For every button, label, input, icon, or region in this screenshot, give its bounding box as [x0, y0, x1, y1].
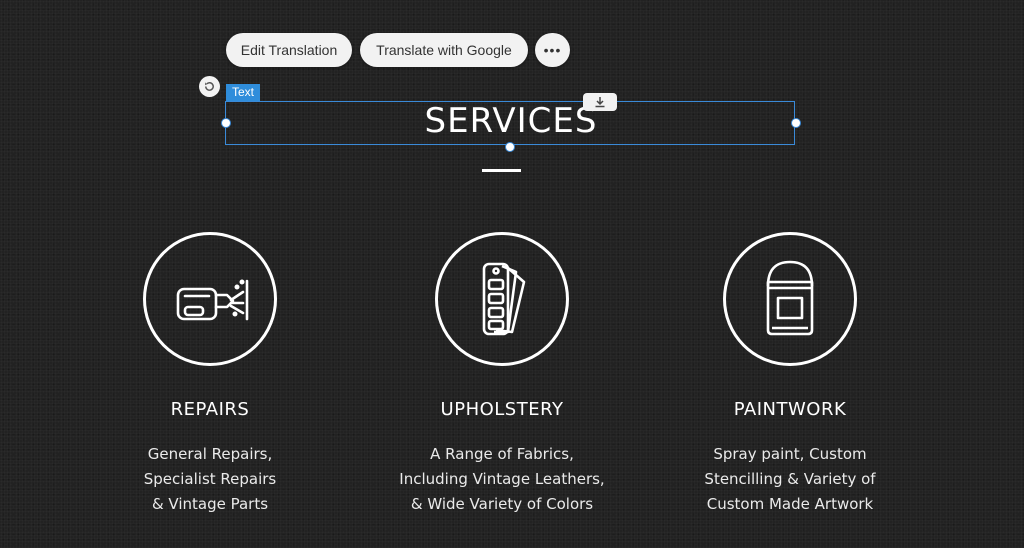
- repair-tool-icon: [176, 279, 249, 321]
- upholstery-icon-circle: [435, 232, 569, 366]
- translate-with-google-button[interactable]: Translate with Google: [360, 33, 528, 67]
- service-title: PAINTWORK: [733, 399, 847, 420]
- undo-button[interactable]: [199, 76, 220, 97]
- title-divider: [482, 169, 521, 172]
- paintwork-icon-circle: [723, 232, 857, 366]
- description-line: & Wide Variety of Colors: [410, 495, 594, 513]
- undo-icon: [205, 82, 214, 91]
- resize-handle-left[interactable]: [221, 118, 231, 128]
- resize-handle-right[interactable]: [791, 118, 801, 128]
- more-options-button[interactable]: •••: [535, 33, 570, 67]
- element-type-tag: Text: [226, 84, 261, 101]
- description-line: General Repairs,: [147, 445, 273, 463]
- service-title: REPAIRS: [170, 399, 250, 420]
- paint-bucket-icon: [766, 260, 814, 336]
- description-line: Including Vintage Leathers,: [399, 470, 605, 488]
- description-line: & Vintage Parts: [151, 495, 269, 513]
- service-description: General Repairs, Specialist Repairs & Vi…: [80, 442, 340, 517]
- description-line: Stencilling & Variety of: [704, 470, 876, 488]
- service-upholstery: UPHOLSTERY A Range of Fabrics, Including…: [372, 232, 632, 517]
- description-line: Specialist Repairs: [143, 470, 277, 488]
- description-line: Spray paint, Custom: [713, 445, 867, 463]
- service-description: A Range of Fabrics, Including Vintage Le…: [372, 442, 632, 517]
- download-button[interactable]: [583, 93, 617, 111]
- selection-box: [225, 101, 795, 145]
- service-paintwork: PAINTWORK Spray paint, Custom Stencillin…: [660, 232, 920, 517]
- repair-icon-circle: [143, 232, 277, 366]
- resize-handle-bottom[interactable]: [505, 142, 515, 152]
- service-title: UPHOLSTERY: [440, 399, 564, 420]
- download-icon: [595, 97, 605, 108]
- fabric-swatch-icon: [482, 262, 526, 336]
- edit-translation-button[interactable]: Edit Translation: [226, 33, 352, 67]
- description-line: A Range of Fabrics,: [430, 445, 574, 463]
- description-line: Custom Made Artwork: [706, 495, 874, 513]
- service-repairs: REPAIRS General Repairs, Specialist Repa…: [80, 232, 340, 517]
- service-description: Spray paint, Custom Stencilling & Variet…: [660, 442, 920, 517]
